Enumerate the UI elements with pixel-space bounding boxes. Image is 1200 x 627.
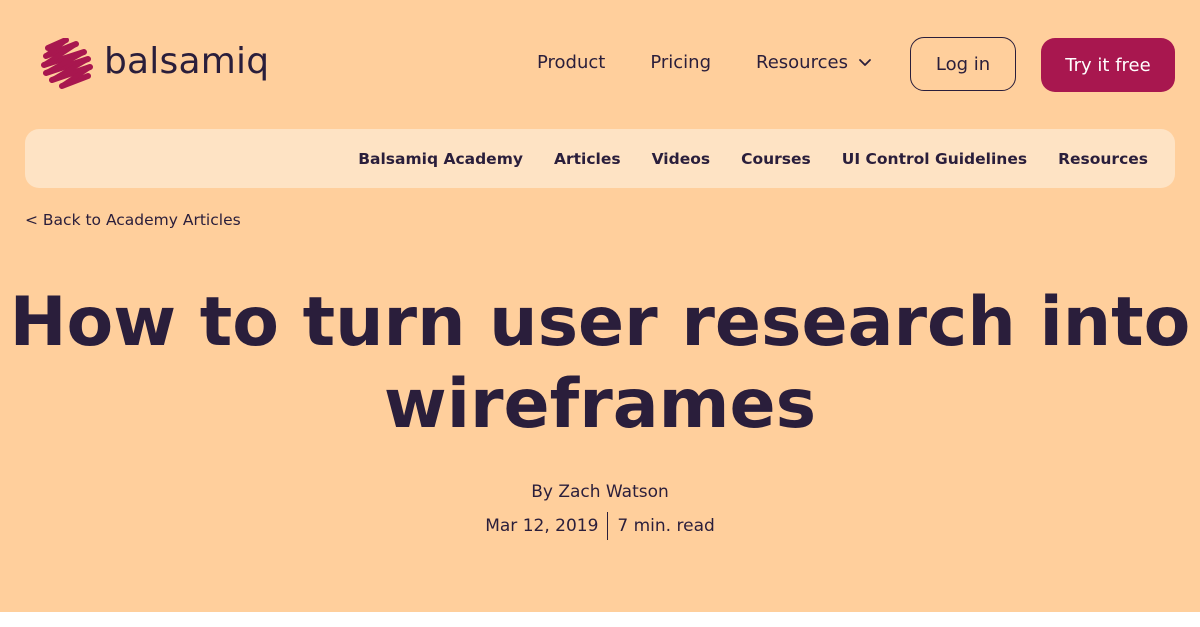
nav-pricing[interactable]: Pricing bbox=[650, 52, 711, 73]
article-meta: Mar 12, 2019 7 min. read bbox=[0, 512, 1200, 540]
article-read-time: 7 min. read bbox=[617, 516, 715, 536]
subnav-item-ui-control-guidelines[interactable]: UI Control Guidelines bbox=[842, 150, 1027, 168]
scribble-logo-icon bbox=[41, 38, 93, 89]
subnav-item-balsamiq-academy[interactable]: Balsamiq Academy bbox=[358, 150, 523, 168]
article-title-line-1: How to turn user research into bbox=[9, 283, 1191, 362]
hero-section: balsamiq Product Pricing Resources Log i… bbox=[0, 0, 1200, 612]
academy-subnav: Balsamiq Academy Articles Videos Courses… bbox=[25, 129, 1175, 188]
subnav-item-articles[interactable]: Articles bbox=[554, 150, 621, 168]
nav-resources-label: Resources bbox=[756, 52, 848, 73]
subnav-item-resources[interactable]: Resources bbox=[1058, 150, 1148, 168]
meta-divider bbox=[607, 512, 609, 540]
article-title: How to turn user research into wireframe… bbox=[0, 282, 1200, 446]
subnav-item-courses[interactable]: Courses bbox=[741, 150, 811, 168]
brand-logo[interactable]: balsamiq bbox=[40, 38, 269, 92]
brand-name: balsamiq bbox=[104, 41, 270, 82]
chevron-down-icon bbox=[859, 58, 871, 66]
article-date: Mar 12, 2019 bbox=[485, 516, 599, 536]
subnav-items: Balsamiq Academy Articles Videos Courses… bbox=[327, 129, 1148, 188]
login-button[interactable]: Log in bbox=[910, 37, 1016, 91]
nav-product[interactable]: Product bbox=[537, 52, 605, 73]
article-author: By Zach Watson bbox=[531, 482, 669, 502]
article-title-line-2: wireframes bbox=[383, 365, 817, 444]
subnav-item-videos[interactable]: Videos bbox=[652, 150, 711, 168]
try-it-free-button[interactable]: Try it free bbox=[1041, 38, 1175, 92]
back-to-articles-link[interactable]: < Back to Academy Articles bbox=[25, 211, 241, 229]
main-nav: Product Pricing Resources bbox=[537, 52, 872, 73]
nav-resources[interactable]: Resources bbox=[756, 52, 872, 73]
